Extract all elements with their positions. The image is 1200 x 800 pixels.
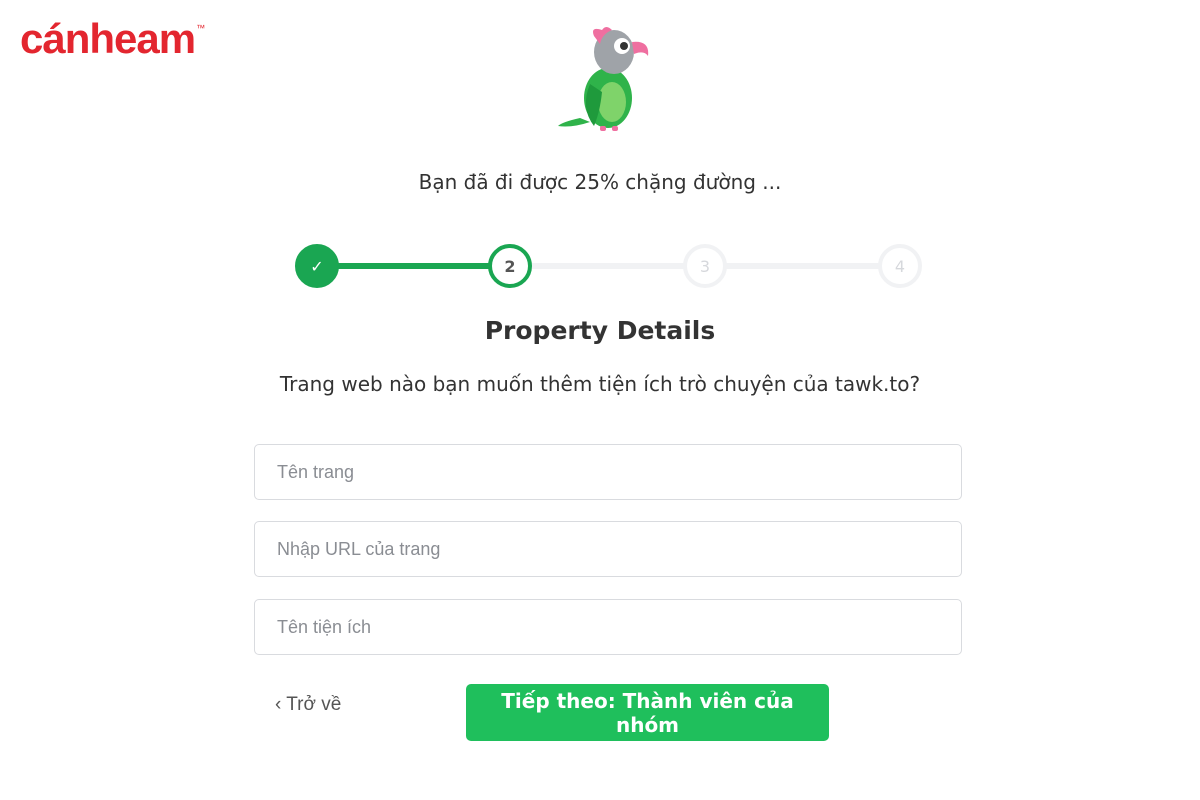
checkmark-icon: ✓ — [310, 256, 324, 276]
stepper-line-completed — [315, 263, 510, 269]
step-1-indicator: ✓ — [295, 244, 339, 288]
back-link[interactable]: ‹ Trở về — [275, 694, 341, 716]
progress-message: Bạn đã đi được 25% chặng đường ... — [418, 170, 782, 194]
site-name-input[interactable] — [254, 444, 962, 500]
brand-logo: cánheam™ — [20, 15, 205, 62]
trademark-mark: ™ — [196, 23, 205, 33]
brand-logo-text: cánheam — [20, 15, 196, 62]
step-4-number: 4 — [894, 256, 906, 276]
form-question: Trang web nào bạn muốn thêm tiện ích trò… — [279, 372, 921, 396]
page-title: Property Details — [484, 316, 716, 345]
step-2-number: 2 — [504, 256, 516, 276]
signup-page: cánheam™ Bạn đã đi được 25% chặng đường … — [0, 0, 1200, 800]
step-4-indicator: 4 — [878, 244, 922, 288]
widget-name-input[interactable] — [254, 599, 962, 655]
step-2-indicator: 2 — [488, 244, 532, 288]
progress-stepper: ✓ 2 3 4 — [295, 244, 922, 288]
site-url-input[interactable] — [254, 521, 962, 577]
step-3-indicator: 3 — [683, 244, 727, 288]
next-team-members-button[interactable]: Tiếp theo: Thành viên của nhóm — [466, 684, 829, 741]
step-3-number: 3 — [699, 256, 711, 276]
parrot-mascot-icon — [558, 27, 649, 131]
